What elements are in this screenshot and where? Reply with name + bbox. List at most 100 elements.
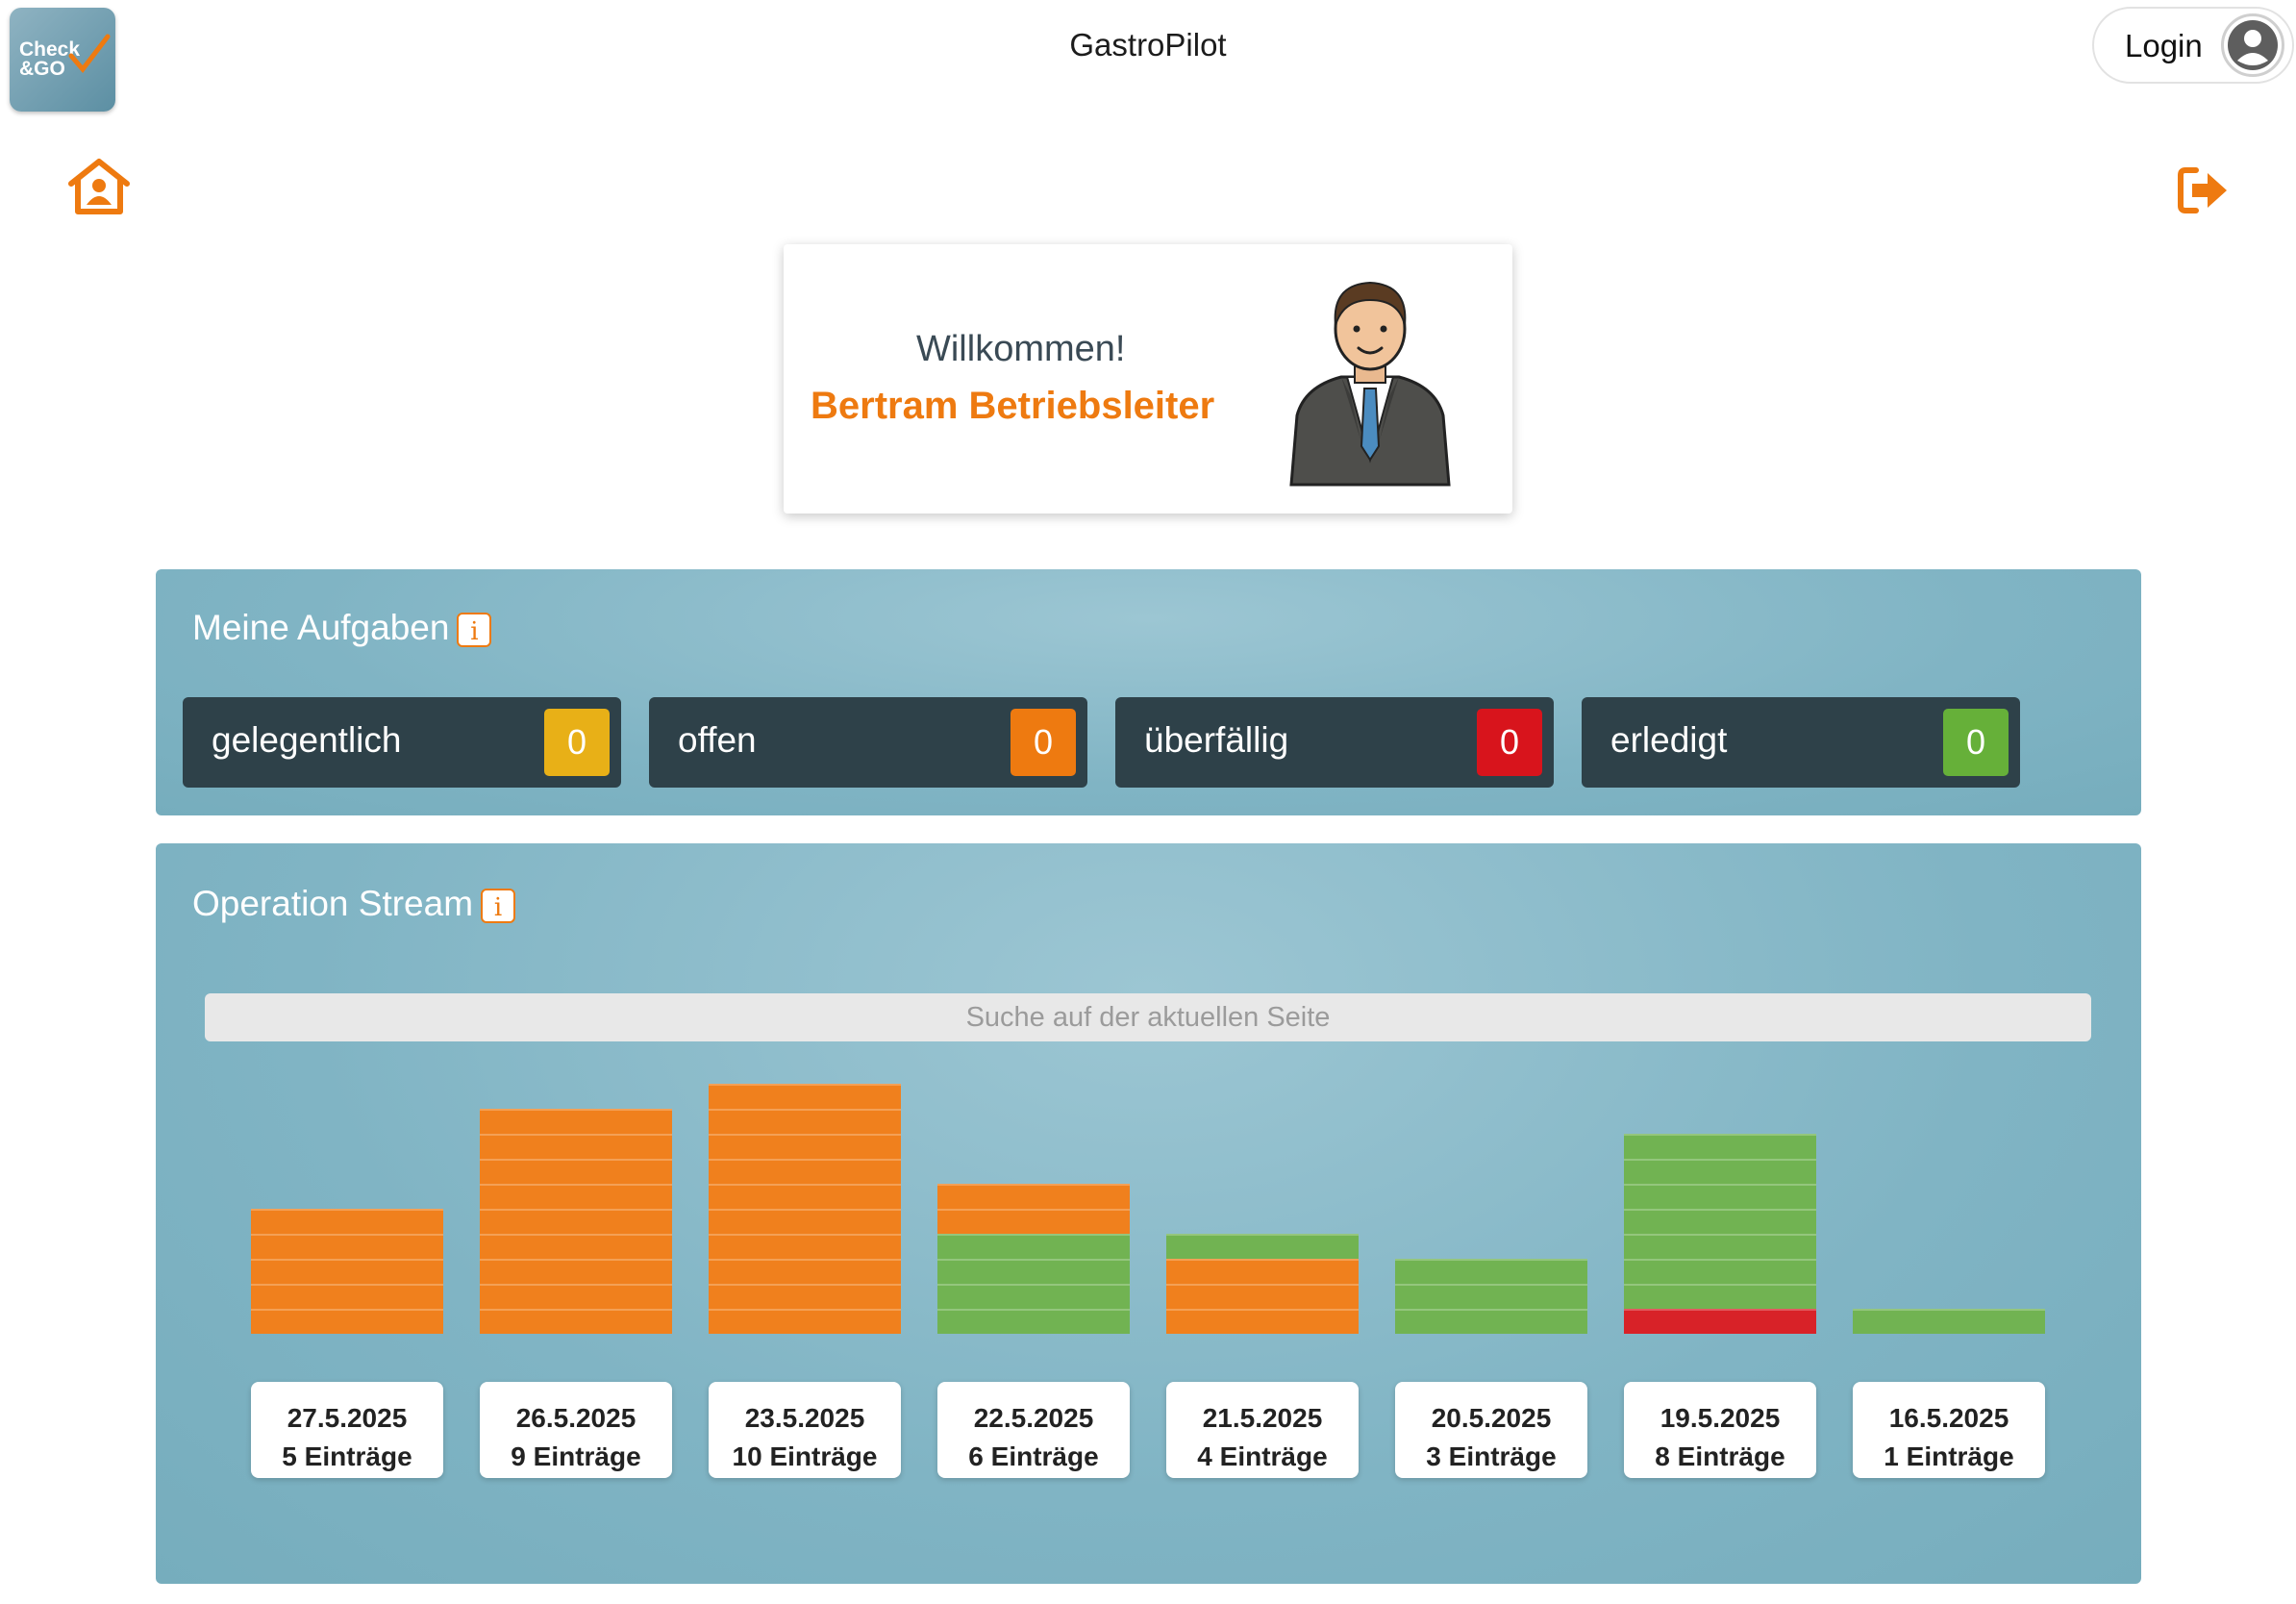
entry-segment-orange[interactable]: [709, 1284, 901, 1309]
day-entry-count: 4 Einträge: [1197, 1441, 1328, 1471]
day-date: 22.5.2025: [973, 1403, 1094, 1433]
day-card[interactable]: 22.5.2025 6 Einträge: [937, 1382, 1130, 1478]
tasks-title-text: Meine Aufgaben: [192, 608, 450, 647]
day-date: 26.5.2025: [515, 1403, 636, 1433]
task-tile-offen[interactable]: offen 0: [649, 697, 1087, 788]
entry-segment-orange[interactable]: [480, 1209, 672, 1234]
task-count-badge: 0: [1943, 709, 2009, 776]
day-bar[interactable]: [1853, 1309, 2045, 1334]
day-bar[interactable]: [1395, 1259, 1587, 1334]
entry-segment-green[interactable]: [1624, 1159, 1816, 1184]
entry-segment-orange[interactable]: [251, 1284, 443, 1309]
day-entry-count: 6 Einträge: [968, 1441, 1099, 1471]
entry-segment-green[interactable]: [1624, 1209, 1816, 1234]
task-tile-gelegentlich[interactable]: gelegentlich 0: [183, 697, 621, 788]
entry-segment-red[interactable]: [1624, 1309, 1816, 1334]
entry-segment-green[interactable]: [937, 1309, 1130, 1334]
entry-segment-orange[interactable]: [480, 1134, 672, 1159]
day-bar[interactable]: [937, 1184, 1130, 1334]
entry-segment-orange[interactable]: [709, 1159, 901, 1184]
entry-segment-orange[interactable]: [709, 1084, 901, 1109]
tasks-title: Meine Aufgaben i: [192, 608, 492, 648]
day-card[interactable]: 23.5.2025 10 Einträge: [709, 1382, 901, 1478]
entry-segment-orange[interactable]: [480, 1184, 672, 1209]
entry-segment-orange[interactable]: [480, 1259, 672, 1284]
entry-segment-orange[interactable]: [937, 1184, 1130, 1209]
entry-segment-green[interactable]: [1624, 1134, 1816, 1159]
user-name: Bertram Betriebsleiter: [811, 385, 1215, 427]
day-card[interactable]: 27.5.2025 5 Einträge: [251, 1382, 443, 1478]
day-date: 19.5.2025: [1660, 1403, 1781, 1433]
day-card[interactable]: 19.5.2025 8 Einträge: [1624, 1382, 1816, 1478]
entry-segment-orange[interactable]: [709, 1134, 901, 1159]
welcome-card: Willkommen! Bertram Betriebsleiter: [784, 244, 1512, 514]
day-card[interactable]: 20.5.2025 3 Einträge: [1395, 1382, 1587, 1478]
day-bar[interactable]: [1166, 1234, 1359, 1334]
day-date: 20.5.2025: [1431, 1403, 1552, 1433]
entry-segment-orange[interactable]: [1166, 1309, 1359, 1334]
task-tile-berfllig[interactable]: überfällig 0: [1115, 697, 1554, 788]
task-label: gelegentlich: [212, 720, 402, 760]
task-tile-erledigt[interactable]: erledigt 0: [1582, 697, 2020, 788]
entry-segment-orange[interactable]: [480, 1159, 672, 1184]
logout-icon[interactable]: [2177, 165, 2231, 220]
app-title: GastroPilot: [1069, 27, 1227, 63]
day-entry-count: 8 Einträge: [1655, 1441, 1785, 1471]
entry-segment-green[interactable]: [937, 1234, 1130, 1259]
entry-segment-orange[interactable]: [251, 1234, 443, 1259]
entry-segment-green[interactable]: [1395, 1259, 1587, 1284]
entry-segment-green[interactable]: [1624, 1284, 1816, 1309]
day-date: 16.5.2025: [1888, 1403, 2009, 1433]
search-input[interactable]: [205, 993, 2091, 1041]
entry-segment-orange[interactable]: [709, 1234, 901, 1259]
entry-segment-orange[interactable]: [251, 1309, 443, 1334]
entry-segment-orange[interactable]: [709, 1209, 901, 1234]
tasks-panel: Meine Aufgaben i gelegentlich 0 offen 0 überf…: [156, 569, 2141, 815]
entry-segment-orange[interactable]: [251, 1259, 443, 1284]
entry-segment-orange[interactable]: [1166, 1259, 1359, 1284]
entry-segment-green[interactable]: [1395, 1309, 1587, 1334]
day-bar[interactable]: [1624, 1134, 1816, 1334]
manager-avatar-icon: [1289, 281, 1451, 487]
operation-stream-panel: Operation Streami 27.5.2025 5 Einträge 26.…: [156, 843, 2141, 1584]
day-card[interactable]: 26.5.2025 9 Einträge: [480, 1382, 672, 1478]
entry-segment-orange[interactable]: [937, 1209, 1130, 1234]
day-date: 23.5.2025: [744, 1403, 865, 1433]
task-count-badge: 0: [544, 709, 610, 776]
entry-segment-green[interactable]: [1624, 1234, 1816, 1259]
entry-segment-green[interactable]: [937, 1284, 1130, 1309]
entry-segment-green[interactable]: [1624, 1259, 1816, 1284]
day-bar[interactable]: [480, 1109, 672, 1334]
entry-segment-orange[interactable]: [709, 1109, 901, 1134]
entry-segment-green[interactable]: [1395, 1284, 1587, 1309]
info-icon[interactable]: i: [457, 613, 492, 648]
entry-segment-orange[interactable]: [709, 1309, 901, 1334]
login-label: Login: [2125, 28, 2203, 63]
login-button[interactable]: Login: [2092, 7, 2294, 84]
day-date: 21.5.2025: [1202, 1403, 1323, 1433]
day-entry-count: 3 Einträge: [1426, 1441, 1557, 1471]
day-date: 27.5.2025: [287, 1403, 408, 1433]
entry-segment-green[interactable]: [1624, 1184, 1816, 1209]
entry-segment-orange[interactable]: [480, 1109, 672, 1134]
entry-segment-orange[interactable]: [480, 1284, 672, 1309]
entry-segment-green[interactable]: [1853, 1309, 2045, 1334]
info-icon[interactable]: i: [481, 889, 516, 924]
day-entry-count: 9 Einträge: [511, 1441, 641, 1471]
entry-segment-orange[interactable]: [709, 1259, 901, 1284]
entry-segment-green[interactable]: [1166, 1234, 1359, 1259]
entry-segment-orange[interactable]: [251, 1209, 443, 1234]
entry-segment-orange[interactable]: [1166, 1284, 1359, 1309]
entry-segment-orange[interactable]: [480, 1234, 672, 1259]
home-icon[interactable]: [65, 157, 133, 221]
task-label: offen: [678, 720, 757, 760]
day-bar[interactable]: [251, 1209, 443, 1334]
day-card[interactable]: 21.5.2025 4 Einträge: [1166, 1382, 1359, 1478]
day-bar[interactable]: [709, 1084, 901, 1334]
entry-segment-orange[interactable]: [709, 1184, 901, 1209]
entry-segment-green[interactable]: [937, 1259, 1130, 1284]
welcome-greeting: Willkommen!: [916, 329, 1126, 369]
entry-segment-orange[interactable]: [480, 1309, 672, 1334]
day-card[interactable]: 16.5.2025 1 Einträge: [1853, 1382, 2045, 1478]
task-count-badge: 0: [1477, 709, 1542, 776]
